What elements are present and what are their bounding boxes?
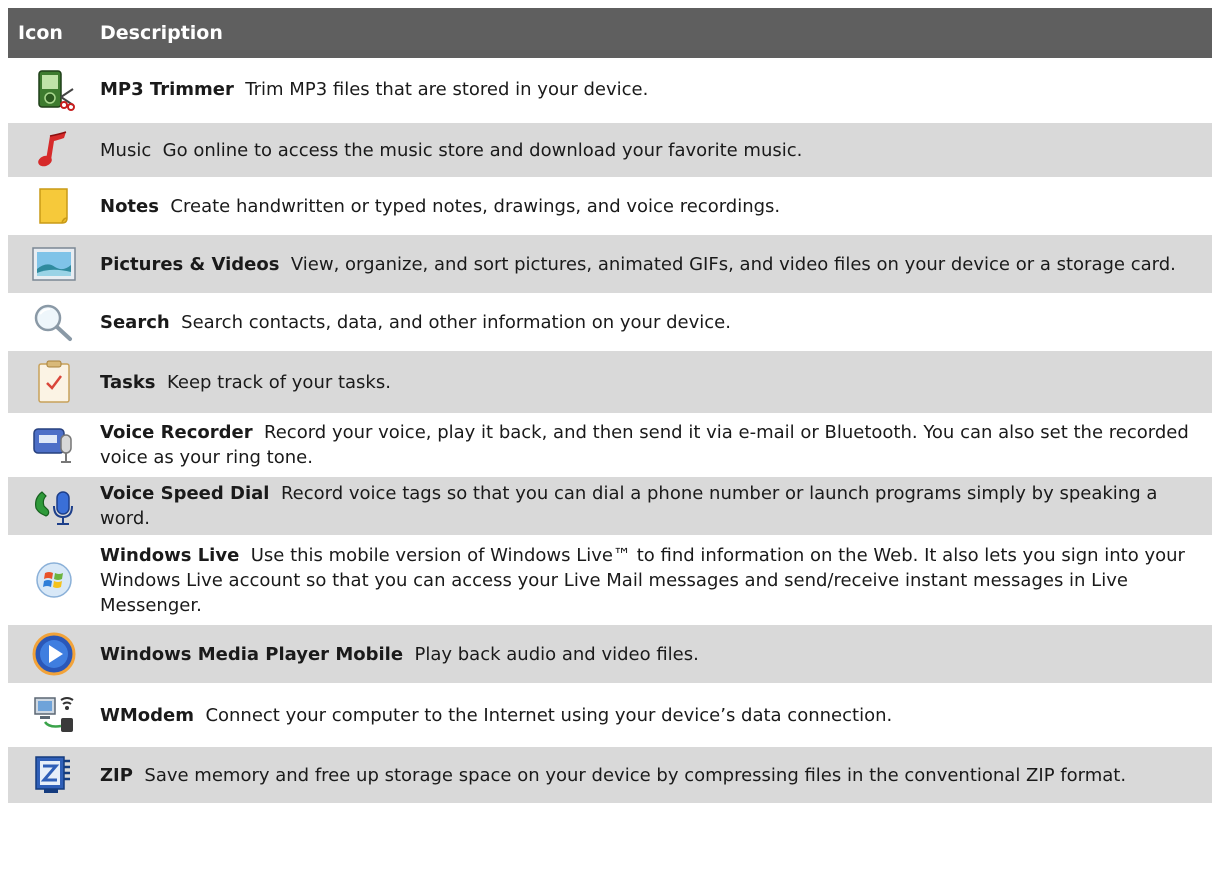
- mp3-trimmer-icon: [8, 58, 100, 121]
- row-name: MP3 Trimmer: [100, 79, 234, 100]
- row-description: Voice Recorder Record your voice, play i…: [100, 420, 1212, 470]
- table-row: Voice Recorder Record your voice, play i…: [8, 415, 1212, 477]
- row-description: Music Go online to access the music stor…: [100, 138, 1212, 163]
- row-name: Pictures & Videos: [100, 253, 280, 275]
- row-name: Tasks: [100, 371, 156, 393]
- voice-speed-dial-icon: [8, 477, 100, 535]
- row-description: Notes Create handwritten or typed notes,…: [100, 194, 1212, 219]
- row-description: ZIP Save memory and free up storage spac…: [100, 763, 1212, 788]
- row-description: Voice Speed Dial Record voice tags so th…: [100, 481, 1212, 531]
- header-description-column: Description: [100, 22, 223, 44]
- row-description: Tasks Keep track of your tasks.: [100, 370, 1212, 395]
- windows-live-icon: [8, 537, 100, 623]
- table-row: Notes Create handwritten or typed notes,…: [8, 179, 1212, 235]
- row-name: Search: [100, 311, 170, 333]
- table-row: MP3 Trimmer Trim MP3 files that are stor…: [8, 58, 1212, 123]
- row-description: MP3 Trimmer Trim MP3 files that are stor…: [100, 77, 1212, 102]
- notes-icon: [8, 179, 100, 233]
- table-row: Pictures & Videos View, organize, and so…: [8, 235, 1212, 295]
- row-text: Use this mobile version of Windows Live™…: [100, 544, 1185, 616]
- zip-icon: [8, 747, 100, 803]
- row-name: Notes: [100, 195, 159, 217]
- row-name: Windows Live: [100, 544, 240, 566]
- row-text: Go online to access the music store and …: [162, 139, 803, 161]
- row-name: Music: [100, 139, 152, 161]
- search-icon: [8, 295, 100, 349]
- header-icon-column: Icon: [18, 22, 63, 44]
- row-text: Keep track of your tasks.: [166, 371, 391, 393]
- table-row: Tasks Keep track of your tasks.: [8, 351, 1212, 415]
- voice-recorder-icon: [8, 415, 100, 475]
- row-text: Connect your computer to the Internet us…: [205, 704, 893, 726]
- row-text: Trim MP3 files that are stored in your d…: [245, 79, 649, 100]
- row-text: Play back audio and video files.: [414, 643, 699, 665]
- row-text: Create handwritten or typed notes, drawi…: [170, 195, 781, 217]
- row-text: Record your voice, play it back, and the…: [100, 422, 1189, 468]
- row-text: Save memory and free up storage space on…: [144, 764, 1127, 786]
- icon-description-table: Icon Description MP3 Trimmer Trim MP3 fi…: [8, 8, 1212, 803]
- row-name: Windows Media Player Mobile: [100, 643, 404, 665]
- row-description: Search Search contacts, data, and other …: [100, 310, 1212, 335]
- table-row: WModem Connect your computer to the Inte…: [8, 685, 1212, 747]
- row-name: Voice Speed Dial: [100, 483, 270, 504]
- row-description: WModem Connect your computer to the Inte…: [100, 703, 1212, 728]
- wmodem-icon: [8, 685, 100, 745]
- tasks-icon: [8, 351, 100, 413]
- row-description: Pictures & Videos View, organize, and so…: [100, 252, 1212, 277]
- row-text: Search contacts, data, and other informa…: [181, 311, 731, 333]
- pictures-videos-icon: [8, 235, 100, 293]
- table-row: Music Go online to access the music stor…: [8, 123, 1212, 179]
- row-name: Voice Recorder: [100, 422, 253, 443]
- row-name: ZIP: [100, 764, 133, 786]
- windows-media-player-icon: [8, 625, 100, 683]
- row-name: WModem: [100, 704, 194, 726]
- table-row: Windows Media Player Mobile Play back au…: [8, 625, 1212, 685]
- row-description: Windows Media Player Mobile Play back au…: [100, 642, 1212, 667]
- row-description: Windows Live Use this mobile version of …: [100, 543, 1212, 618]
- table-row: ZIP Save memory and free up storage spac…: [8, 747, 1212, 803]
- table-row: Search Search contacts, data, and other …: [8, 295, 1212, 351]
- table-row: Voice Speed Dial Record voice tags so th…: [8, 477, 1212, 537]
- music-note-icon: [8, 123, 100, 177]
- table-header: Icon Description: [8, 8, 1212, 58]
- row-text: View, organize, and sort pictures, anima…: [290, 253, 1176, 275]
- table-row: Windows Live Use this mobile version of …: [8, 537, 1212, 625]
